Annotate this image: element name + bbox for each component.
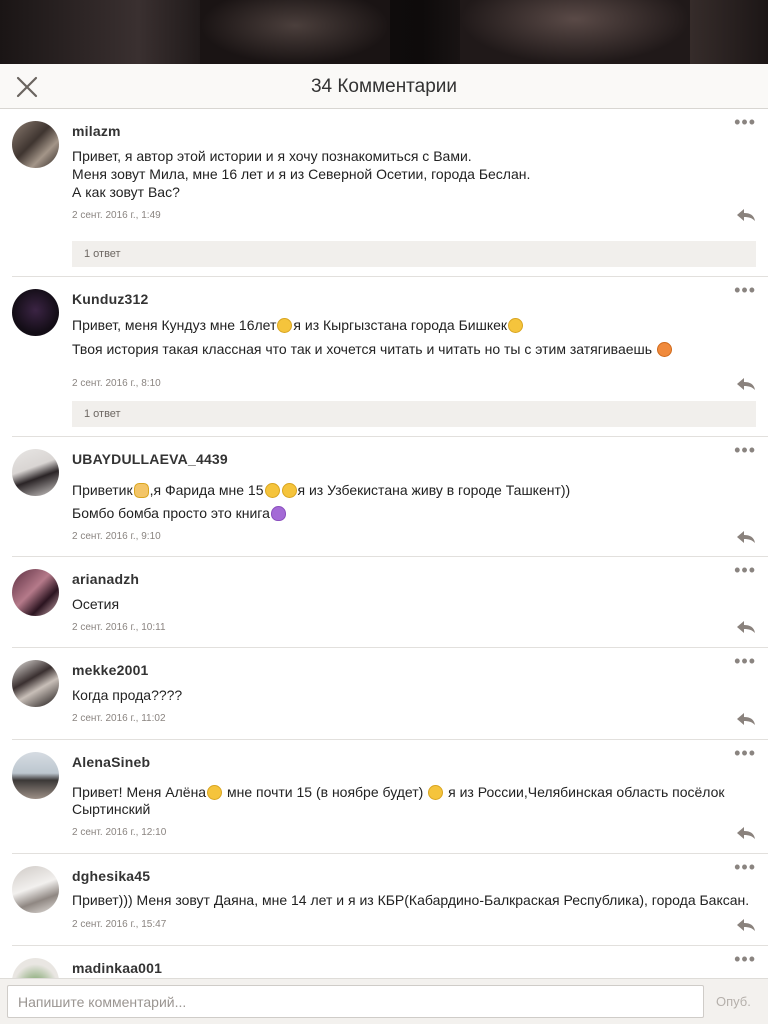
grin-emoji-icon [207, 785, 223, 800]
comment-item: madinkaa001 ••• [12, 946, 768, 978]
avatar[interactable] [12, 752, 59, 799]
avatar[interactable] [12, 866, 59, 913]
reply-icon[interactable] [736, 826, 756, 840]
comment-timestamp: 2 сент. 2016 г., 10:11 [72, 622, 166, 633]
more-options-icon[interactable]: ••• [734, 281, 756, 299]
story-cover-photo [0, 0, 768, 64]
comment-text: Привет, меня Кундуз мне 16лет я из Кыргыз… [72, 313, 754, 361]
comment-composer: Опуб. [0, 978, 768, 1024]
grin-emoji-icon [281, 483, 297, 498]
avatar[interactable] [12, 449, 59, 496]
comment-timestamp: 2 сент. 2016 г., 12:10 [72, 827, 167, 838]
more-options-icon[interactable]: ••• [734, 561, 756, 579]
comments-list[interactable]: milazm ••• Привет, я автор этой истории … [0, 109, 768, 978]
avatar[interactable] [12, 289, 59, 336]
avatar[interactable] [12, 958, 59, 978]
comment-timestamp: 2 сент. 2016 г., 9:10 [72, 531, 161, 542]
reply-icon[interactable] [736, 208, 756, 222]
grin-emoji-icon [264, 483, 280, 498]
more-options-icon[interactable]: ••• [734, 652, 756, 670]
more-options-icon[interactable]: ••• [734, 744, 756, 762]
angry-emoji-icon [656, 342, 672, 357]
comment-timestamp: 2 сент. 2016 г., 1:49 [72, 210, 161, 221]
replies-toggle[interactable]: 1 ответ [72, 401, 756, 427]
grin-emoji-icon [428, 785, 444, 800]
comment-author[interactable]: milazm [72, 123, 121, 139]
reply-icon[interactable] [736, 712, 756, 726]
comment-author[interactable]: mekke2001 [72, 662, 149, 678]
comment-author[interactable]: dghesika45 [72, 868, 150, 884]
page-title: 34 Комментарии [310, 76, 458, 97]
comment-item: AlenaSineb ••• Привет! Меня Алёна мне по… [12, 740, 768, 854]
comment-text: Когда прода???? [72, 687, 183, 703]
comment-text: Осетия [72, 596, 120, 612]
comment-text: Привет))) Меня зовут Даяна, мне 14 лет и… [72, 892, 750, 908]
comments-header: 34 Комментарии [0, 64, 768, 109]
purple-heart-emoji-icon [270, 506, 286, 521]
reply-icon[interactable] [736, 377, 756, 391]
comment-item: arianadzh ••• Осетия 2 сент. 2016 г., 10… [12, 557, 768, 648]
avatar[interactable] [12, 660, 59, 707]
comment-item: milazm ••• Привет, я автор этой истории … [12, 109, 768, 277]
replies-toggle[interactable]: 1 ответ [72, 241, 756, 267]
blush-emoji-icon [508, 318, 524, 333]
more-options-icon[interactable]: ••• [734, 441, 756, 459]
comment-author[interactable]: AlenaSineb [72, 754, 150, 770]
avatar[interactable] [12, 121, 59, 168]
more-options-icon[interactable]: ••• [734, 950, 756, 968]
comment-item: mekke2001 ••• Когда прода???? 2 сент. 20… [12, 648, 768, 740]
reply-icon[interactable] [736, 620, 756, 634]
comment-author[interactable]: arianadzh [72, 571, 139, 587]
avatar[interactable] [12, 569, 59, 616]
comment-item: UBAYDULLAEVA_4439 ••• Приветик ,я Фарида … [12, 437, 768, 557]
comment-timestamp: 2 сент. 2016 г., 8:10 [72, 378, 161, 389]
comment-timestamp: 2 сент. 2016 г., 11:02 [72, 713, 166, 724]
comment-item: Kunduz312 ••• Привет, меня Кундуз мне 16… [12, 277, 768, 437]
reply-icon[interactable] [736, 530, 756, 544]
publish-button[interactable]: Опуб. [716, 994, 751, 1009]
comment-text: Привет! Меня Алёна мне почти 15 (в ноябр… [72, 784, 725, 817]
more-options-icon[interactable]: ••• [734, 113, 756, 131]
comment-author[interactable]: Kunduz312 [72, 291, 148, 307]
comment-input[interactable] [7, 985, 704, 1018]
comment-text: Привет, я автор этой истории и я хочу по… [72, 148, 531, 200]
victory-hand-emoji-icon [133, 483, 149, 498]
reply-icon[interactable] [736, 918, 756, 932]
smile-emoji-icon [277, 318, 293, 333]
comment-text: Приветик ,я Фарида мне 15 я из Узбекистана… [72, 482, 571, 521]
comment-author[interactable]: UBAYDULLAEVA_4439 [72, 451, 228, 467]
comment-author[interactable]: madinkaa001 [72, 960, 162, 976]
more-options-icon[interactable]: ••• [734, 858, 756, 876]
comment-timestamp: 2 сент. 2016 г., 15:47 [72, 919, 167, 930]
comment-item: dghesika45 ••• Привет))) Меня зовут Даян… [12, 854, 768, 946]
